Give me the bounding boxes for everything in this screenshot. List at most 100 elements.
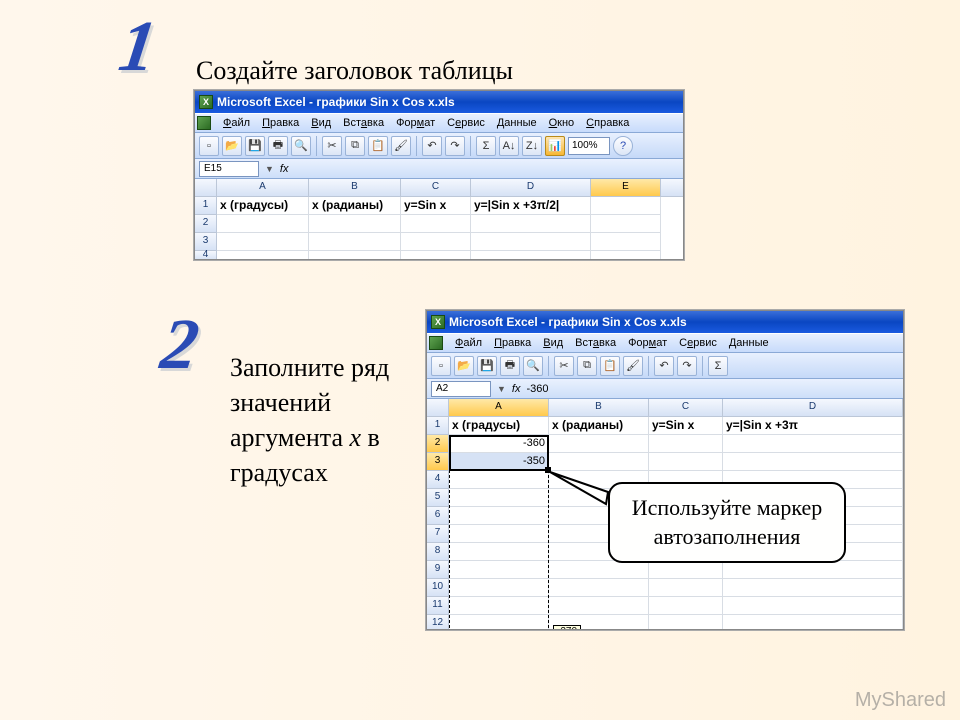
zoom-box[interactable]: 100% [568, 137, 610, 155]
col-header-A[interactable]: A [449, 399, 549, 416]
cut-icon[interactable]: ✂ [322, 136, 342, 156]
print-icon[interactable]: 🖶 [500, 356, 520, 376]
redo-icon[interactable]: ↷ [677, 356, 697, 376]
cell-E4[interactable] [591, 251, 661, 260]
menu-file[interactable]: Файл [217, 117, 256, 129]
cell-C1[interactable]: y=Sin x [649, 417, 723, 435]
cell-E2[interactable] [591, 215, 661, 233]
formula-value[interactable]: -360 [526, 383, 548, 395]
cell-A9[interactable] [449, 561, 549, 579]
cell-B11[interactable] [549, 597, 649, 615]
cell-A8[interactable] [449, 543, 549, 561]
cell-C3[interactable] [649, 453, 723, 471]
row-header-10[interactable]: 10 [427, 579, 449, 597]
row-header-2[interactable]: 2 [427, 435, 449, 453]
row-header-11[interactable]: 11 [427, 597, 449, 615]
save-icon[interactable]: 💾 [477, 356, 497, 376]
menu-data[interactable]: Данные [723, 337, 775, 349]
row-header-4[interactable]: 4 [427, 471, 449, 489]
open-icon[interactable]: 📂 [454, 356, 474, 376]
menu-insert[interactable]: Вставка [569, 337, 622, 349]
cell-C2[interactable] [401, 215, 471, 233]
cell-C2[interactable] [649, 435, 723, 453]
cell-B9[interactable] [549, 561, 649, 579]
help-icon[interactable]: ? [613, 136, 633, 156]
cell-D1[interactable]: y=|Sin x +3π [723, 417, 903, 435]
cell-B2[interactable] [309, 215, 401, 233]
cell-D9[interactable] [723, 561, 903, 579]
row-header-3[interactable]: 3 [427, 453, 449, 471]
autosum-icon[interactable]: Σ [476, 136, 496, 156]
cell-C4[interactable] [401, 251, 471, 260]
col-header-B[interactable]: B [549, 399, 649, 416]
cell-A11[interactable] [449, 597, 549, 615]
row-header-9[interactable]: 9 [427, 561, 449, 579]
cell-A1[interactable]: x (градусы) [449, 417, 549, 435]
control-menu-icon[interactable] [429, 336, 443, 350]
menu-tools[interactable]: Сервис [673, 337, 723, 349]
cell-C1[interactable]: y=Sin x [401, 197, 471, 215]
cell-C9[interactable] [649, 561, 723, 579]
paste-icon[interactable]: 📋 [368, 136, 388, 156]
cell-B2[interactable] [549, 435, 649, 453]
menu-file[interactable]: Файл [449, 337, 488, 349]
undo-icon[interactable]: ↶ [422, 136, 442, 156]
fx-icon[interactable]: fx [280, 163, 289, 175]
name-box[interactable]: E15 [199, 161, 259, 177]
cell-A10[interactable] [449, 579, 549, 597]
menu-edit[interactable]: Правка [488, 337, 537, 349]
cell-B3[interactable] [549, 453, 649, 471]
spreadsheet-grid[interactable]: A B C D E 1 x (градусы) x (радианы) y=Si… [195, 179, 683, 260]
row-header-4[interactable]: 4 [195, 251, 217, 260]
menu-view[interactable]: Вид [537, 337, 569, 349]
row-header-1[interactable]: 1 [427, 417, 449, 435]
row-header-2[interactable]: 2 [195, 215, 217, 233]
cell-C11[interactable] [649, 597, 723, 615]
cell-A7[interactable] [449, 525, 549, 543]
menubar[interactable]: Файл Правка Вид Вставка Формат Сервис Да… [427, 333, 903, 353]
control-menu-icon[interactable] [197, 116, 211, 130]
cell-A2[interactable] [217, 215, 309, 233]
col-header-C[interactable]: C [401, 179, 471, 196]
col-header-B[interactable]: B [309, 179, 401, 196]
col-header-E[interactable]: E [591, 179, 661, 196]
cell-A2[interactable]: -360 [449, 435, 549, 453]
select-all-corner[interactable] [427, 399, 449, 416]
sort-desc-icon[interactable]: Z↓ [522, 136, 542, 156]
menu-format[interactable]: Формат [622, 337, 673, 349]
fill-handle[interactable] [545, 467, 551, 473]
cell-E3[interactable] [591, 233, 661, 251]
menu-insert[interactable]: Вставка [337, 117, 390, 129]
format-painter-icon[interactable]: 🖌 [391, 136, 411, 156]
cell-A12[interactable] [449, 615, 549, 630]
cut-icon[interactable]: ✂ [554, 356, 574, 376]
cell-A5[interactable] [449, 489, 549, 507]
menu-view[interactable]: Вид [305, 117, 337, 129]
col-header-C[interactable]: C [649, 399, 723, 416]
menu-data[interactable]: Данные [491, 117, 543, 129]
redo-icon[interactable]: ↷ [445, 136, 465, 156]
new-icon[interactable]: ▫ [199, 136, 219, 156]
cell-C10[interactable] [649, 579, 723, 597]
col-header-D[interactable]: D [723, 399, 903, 416]
cell-D1[interactable]: y=|Sin x +3π/2| [471, 197, 591, 215]
select-all-corner[interactable] [195, 179, 217, 196]
menu-format[interactable]: Формат [390, 117, 441, 129]
cell-D10[interactable] [723, 579, 903, 597]
menu-window[interactable]: Окно [543, 117, 581, 129]
print-icon[interactable]: 🖶 [268, 136, 288, 156]
cell-A3[interactable] [217, 233, 309, 251]
dropdown-icon[interactable]: ▼ [265, 164, 274, 174]
sort-asc-icon[interactable]: A↓ [499, 136, 519, 156]
col-header-A[interactable]: A [217, 179, 309, 196]
row-header-1[interactable]: 1 [195, 197, 217, 215]
menu-edit[interactable]: Правка [256, 117, 305, 129]
cell-A1[interactable]: x (градусы) [217, 197, 309, 215]
cell-D2[interactable] [723, 435, 903, 453]
cell-A4[interactable] [217, 251, 309, 260]
cell-D12[interactable] [723, 615, 903, 630]
name-box[interactable]: A2 [431, 381, 491, 397]
cell-D4[interactable] [471, 251, 591, 260]
paste-icon[interactable]: 📋 [600, 356, 620, 376]
col-header-D[interactable]: D [471, 179, 591, 196]
